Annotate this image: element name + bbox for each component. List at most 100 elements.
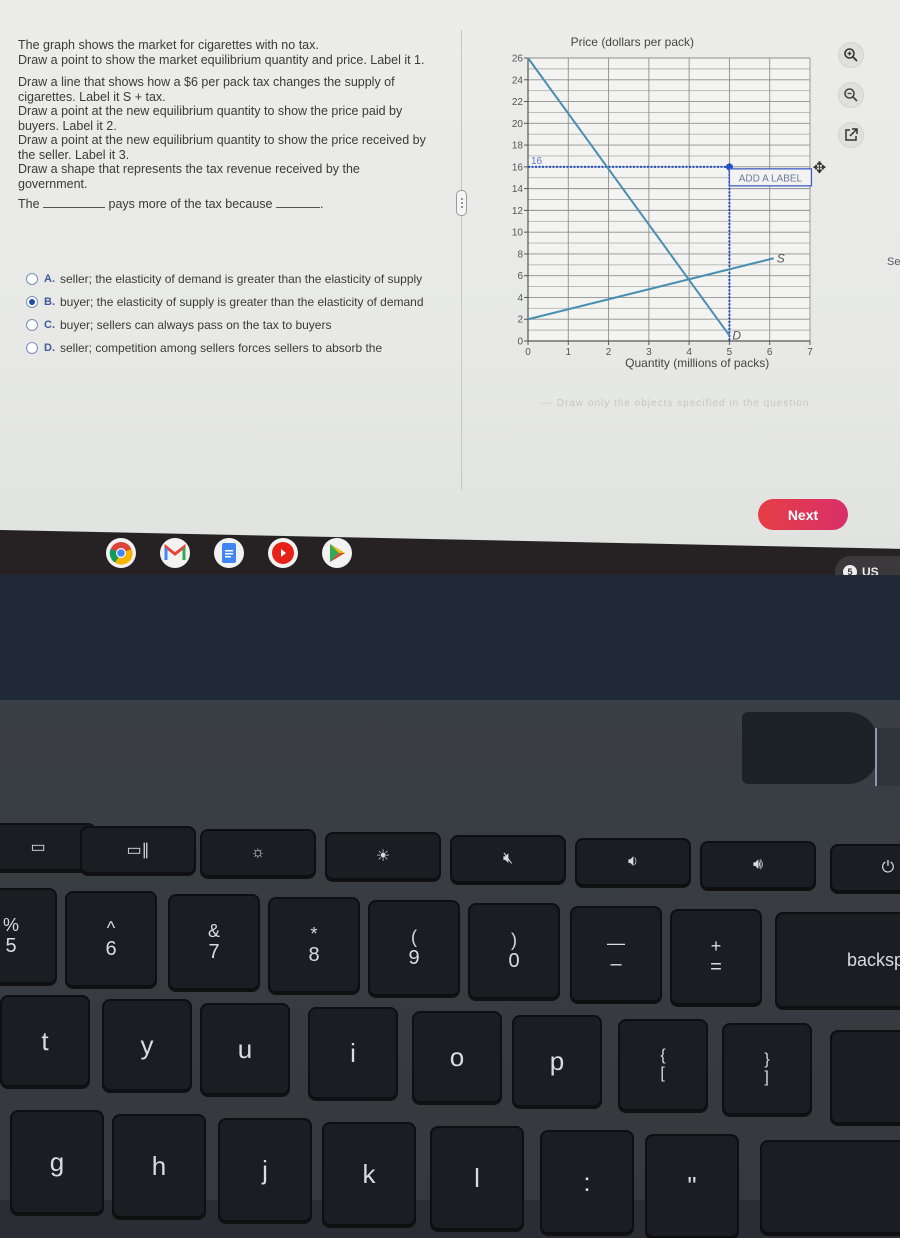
option-text: seller; the elasticity of demand is grea… [60, 272, 423, 286]
option-b[interactable]: B. buyer; the elasticity of supply is gr… [26, 295, 426, 309]
zoom-out-button[interactable] [838, 82, 864, 108]
key-u[interactable]: u [200, 1003, 290, 1095]
chrome-icon [109, 542, 133, 565]
key-quote[interactable]: " [645, 1134, 739, 1238]
key-legend: h [151, 1150, 167, 1181]
key-legend: : [583, 1166, 591, 1197]
key-i[interactable]: i [308, 1007, 398, 1099]
key-=[interactable]: + = [670, 909, 762, 1005]
key-shift-legend: ^ [106, 918, 116, 938]
key-0[interactable]: ) 0 [468, 903, 560, 999]
blank-2[interactable] [275, 197, 320, 208]
volume-down-key[interactable]: 🔉︎ [575, 838, 691, 886]
overview-icon: ▭∥ [126, 842, 150, 859]
option-letter: B. [44, 296, 55, 308]
move-icon[interactable]: ✥ [813, 160, 826, 177]
key-backslash[interactable] [830, 1030, 900, 1124]
radio-a[interactable] [26, 273, 38, 285]
graph-tools [838, 42, 864, 148]
key-[interactable]: } ] [722, 1023, 812, 1115]
key-l[interactable]: l [430, 1126, 524, 1230]
volume-down-icon: 🔉︎ [627, 853, 639, 870]
truncated-instruction: --- Draw only the objects specified in t… [540, 398, 810, 409]
overview-key[interactable]: ▭∥ [80, 826, 196, 874]
y-tick-label: 10 [512, 228, 524, 239]
brightness-up-key[interactable]: ☀ [325, 832, 441, 880]
power-key[interactable]: ⏻ [830, 844, 900, 892]
fill-prefix: The [18, 197, 40, 211]
instruction-3: Draw a line that shows how a $6 per pack… [18, 75, 395, 104]
popout-button[interactable] [838, 122, 864, 148]
shelf-app-youtube[interactable] [268, 538, 298, 568]
key-shift-legend: * [310, 924, 318, 944]
key-legend: g [49, 1146, 65, 1177]
instruction-2: Draw a point to show the market equilibr… [18, 52, 425, 67]
key-k[interactable]: k [322, 1122, 416, 1226]
key-g[interactable]: g [10, 1110, 104, 1214]
fill-in-sentence: The pays more of the tax because . [18, 197, 428, 212]
instruction-5: Draw a point at the new equilibrium quan… [18, 133, 426, 162]
key-shift-legend: % [2, 915, 19, 935]
zoom-in-button[interactable] [838, 42, 864, 68]
y-tick-label: 26 [512, 54, 524, 65]
zoom-out-icon [844, 88, 858, 102]
brightness-down-key[interactable]: ☼ [200, 829, 316, 877]
add-label-text[interactable]: ADD A LABEL [739, 173, 803, 184]
option-c[interactable]: C. buyer; sellers can always pass on the… [26, 318, 426, 332]
key-h[interactable]: h [112, 1114, 206, 1218]
instruction-1: The graph shows the market for cigarette… [18, 38, 319, 52]
x-tick-label: 7 [807, 347, 813, 358]
key-legend: u [237, 1033, 253, 1064]
y-tick-label: 16 [512, 162, 524, 173]
key-o[interactable]: o [412, 1011, 502, 1103]
key-legend: l [474, 1162, 480, 1193]
shelf-app-docs[interactable] [214, 538, 244, 568]
option-letter: A. [44, 273, 55, 285]
next-button[interactable]: Next [758, 499, 848, 530]
key-p[interactable]: p [512, 1015, 602, 1107]
key-t[interactable]: t [0, 995, 90, 1087]
pane-divider [461, 30, 462, 490]
option-a[interactable]: A. seller; the elasticity of demand is g… [26, 272, 426, 286]
key-enter[interactable] [760, 1140, 900, 1234]
key-9[interactable]: (9 [368, 900, 460, 996]
key-legend: 6 [105, 938, 117, 960]
mute-key[interactable]: 🔇︎ [450, 835, 566, 883]
window-icon: ▭ [30, 839, 46, 856]
key-backspace[interactable]: backspace [775, 912, 900, 1008]
shelf-app-chrome[interactable] [106, 538, 136, 568]
key-5[interactable]: % 5 [0, 888, 57, 984]
key-6[interactable]: ^ 6 [65, 891, 157, 987]
shelf-app-play-store[interactable] [322, 538, 352, 568]
radio-d[interactable] [26, 342, 38, 354]
volume-up-key[interactable]: 🔊︎ [700, 841, 816, 889]
y-tick-label: 2 [517, 315, 523, 326]
pane-resize-handle[interactable] [456, 190, 467, 216]
option-text: buyer; sellers can always pass on the ta… [60, 318, 332, 332]
key-[interactable]: { [ [618, 1019, 708, 1111]
shelf-app-gmail[interactable] [160, 538, 190, 568]
volume-up-icon: 🔊︎ [752, 856, 764, 873]
key-legend: 8 [308, 944, 320, 966]
key-semicolon[interactable]: : [540, 1130, 634, 1234]
y-tick-label: 12 [512, 206, 524, 217]
key-legend: 0 [508, 950, 520, 972]
graph-area[interactable]: 0 2 4 6 8 10 12 14 16 18 20 22 24 26 0 1 2 3 4 5 6 7 Price (do… [490, 30, 830, 390]
option-d[interactable]: D. seller; competition among sellers for… [26, 341, 426, 355]
laptop-hinge [742, 712, 878, 784]
y-tick-label: 6 [517, 271, 523, 282]
key-shift-legend: & [207, 921, 220, 941]
key-y[interactable]: y [102, 999, 192, 1091]
supply-demand-chart[interactable]: 024681012141618202224260 1 2 3 4 5 6 7Price (do… [490, 30, 830, 390]
key-j[interactable]: j [218, 1118, 312, 1222]
x-axis-title: Quantity (millions of packs) [625, 356, 769, 370]
radio-b-selected[interactable] [26, 296, 38, 308]
key-legend: – [610, 953, 622, 975]
y-axis-title: Price (dollars per pack) [571, 35, 694, 49]
radio-c[interactable] [26, 319, 38, 331]
y-tick-label: 18 [512, 141, 524, 152]
key-–[interactable]: — – [570, 906, 662, 1002]
key-8[interactable]: * 8 [268, 897, 360, 993]
key-7[interactable]: & 7 [168, 894, 260, 990]
blank-1[interactable] [43, 197, 106, 208]
